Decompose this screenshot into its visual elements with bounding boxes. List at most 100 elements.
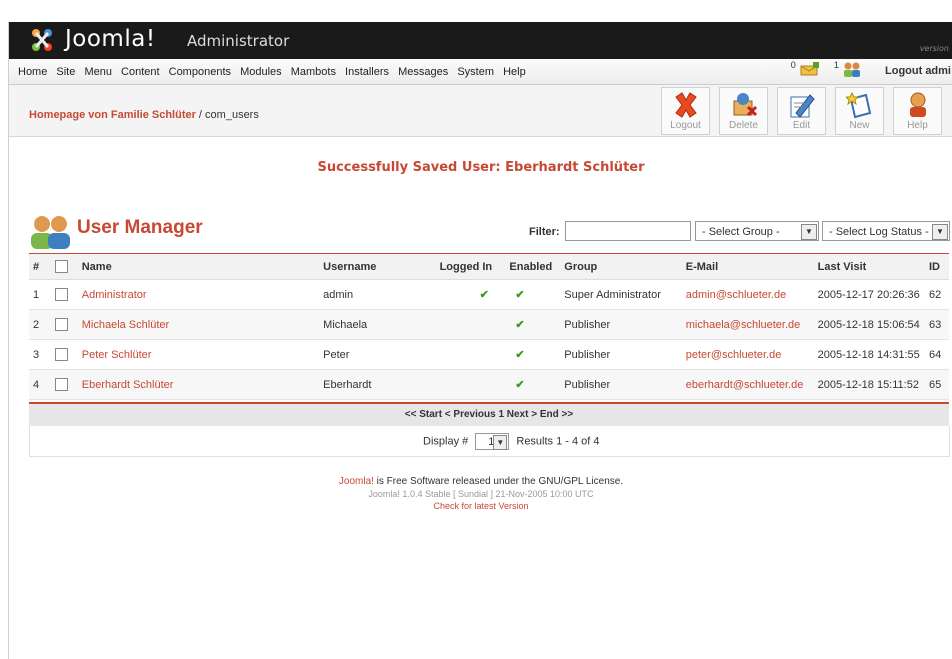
- footer: Joomla! is Free Software released under …: [9, 476, 952, 512]
- table-header-row: # Name Username Logged In Enabled Group …: [29, 254, 949, 280]
- row-username: Eberhardt: [323, 369, 440, 400]
- delete-button[interactable]: Delete: [719, 87, 768, 135]
- toolbar-area: Homepage von Familie Schlüter / com_user…: [9, 85, 952, 137]
- brand-suffix: Administrator: [187, 32, 290, 50]
- breadcrumb-component: com_users: [205, 109, 259, 121]
- menu-site[interactable]: Site: [56, 66, 75, 78]
- breadcrumb-separator: /: [195, 109, 206, 121]
- display-count-select[interactable]: 10 ▼: [475, 433, 510, 450]
- filter-input[interactable]: [565, 221, 691, 241]
- joomla-link[interactable]: Joomla!: [339, 476, 374, 487]
- row-name: Administrator: [81, 279, 324, 310]
- logout-button[interactable]: Logout: [661, 87, 710, 135]
- user-name-link[interactable]: Peter Schlüter: [82, 349, 152, 361]
- col-enabled: Enabled: [509, 254, 565, 280]
- email-link[interactable]: admin@schlueter.de: [686, 289, 786, 301]
- status-area: 0 1 Logout admi: [791, 59, 951, 83]
- users-online-icon[interactable]: [842, 61, 862, 80]
- row-select: [54, 369, 82, 400]
- menu-messages[interactable]: Messages: [398, 66, 448, 78]
- menu-menu[interactable]: Menu: [84, 66, 112, 78]
- check-icon[interactable]: ✔: [515, 379, 524, 391]
- row-group: Publisher: [564, 339, 686, 370]
- new-button[interactable]: New: [835, 87, 884, 135]
- edit-label: Edit: [792, 120, 811, 131]
- row-checkbox[interactable]: [54, 378, 68, 391]
- chevron-down-icon: ▼: [801, 224, 817, 240]
- row-logged-in: [439, 339, 510, 370]
- mail-icon[interactable]: [799, 61, 821, 80]
- col-num: #: [29, 254, 55, 280]
- col-group[interactable]: Group: [564, 254, 686, 280]
- row-checkbox[interactable]: [54, 288, 68, 301]
- row-id: 65: [929, 369, 949, 400]
- row-checkbox[interactable]: [54, 348, 68, 361]
- check-icon[interactable]: ✔: [515, 289, 524, 301]
- row-logged-in: [439, 369, 510, 400]
- edit-button[interactable]: Edit: [777, 87, 826, 135]
- help-button[interactable]: Help: [893, 87, 942, 135]
- row-username: Peter: [323, 339, 440, 370]
- row-id: 62: [929, 279, 949, 310]
- logout-icon: [675, 92, 697, 118]
- results-text: Results 1 - 4 of 4: [516, 435, 600, 448]
- menu-home[interactable]: Home: [18, 66, 47, 78]
- user-name-link[interactable]: Eberhardt Schlüter: [82, 379, 174, 391]
- row-username: admin: [323, 279, 440, 310]
- row-checkbox[interactable]: [54, 318, 68, 331]
- logout-link[interactable]: Logout admi: [885, 65, 951, 77]
- joomla-logo-icon: [29, 26, 55, 54]
- pagination-links[interactable]: << Start < Previous 1 Next > End >>: [405, 409, 573, 420]
- admin-frame: Joomla! Administrator version Home Site …: [8, 22, 952, 659]
- help-icon: [910, 92, 926, 117]
- log-status-select[interactable]: - Select Log Status - ▼: [822, 221, 950, 241]
- group-select[interactable]: - Select Group - ▼: [695, 221, 819, 241]
- menu-help[interactable]: Help: [503, 66, 526, 78]
- col-username[interactable]: Username: [323, 254, 440, 280]
- menu-installers[interactable]: Installers: [345, 66, 389, 78]
- row-select: [54, 309, 82, 340]
- row-name: Eberhardt Schlüter: [81, 369, 324, 400]
- row-id: 64: [929, 339, 949, 370]
- row-id: 63: [929, 309, 949, 340]
- breadcrumb-site-link[interactable]: Homepage von Familie Schlüter: [29, 109, 196, 121]
- email-link[interactable]: eberhardt@schlueter.de: [686, 379, 804, 391]
- check-icon: ✔: [479, 289, 489, 301]
- menu-modules[interactable]: Modules: [240, 66, 282, 78]
- email-link[interactable]: michaela@schlueter.de: [686, 319, 801, 331]
- filter-label: Filter:: [529, 226, 560, 238]
- check-icon[interactable]: ✔: [515, 319, 524, 331]
- license-line: Joomla! is Free Software released under …: [9, 476, 952, 488]
- col-last-visit[interactable]: Last Visit: [817, 254, 929, 280]
- row-group: Super Administrator: [564, 279, 686, 310]
- row-group: Publisher: [564, 369, 686, 400]
- row-username: Michaela: [323, 309, 440, 340]
- col-name[interactable]: Name: [81, 254, 324, 280]
- table-row: 2 Michaela Schlüter Michaela ✔ Publisher…: [29, 309, 949, 340]
- delete-label: Delete: [729, 120, 758, 131]
- user-name-link[interactable]: Administrator: [82, 289, 147, 301]
- email-link[interactable]: peter@schlueter.de: [686, 349, 782, 361]
- row-email: michaela@schlueter.de: [685, 309, 818, 340]
- table-row: 4 Eberhardt Schlüter Eberhardt ✔ Publish…: [29, 369, 949, 400]
- pagination-bar: << Start < Previous 1 Next > End >>: [29, 404, 949, 427]
- col-email[interactable]: E-Mail: [685, 254, 818, 280]
- users-online-count: 1: [833, 59, 839, 70]
- row-email: admin@schlueter.de: [685, 279, 818, 310]
- new-icon: [846, 91, 872, 119]
- check-version-link[interactable]: Check for latest Version: [9, 500, 952, 512]
- menu-system[interactable]: System: [457, 66, 494, 78]
- display-row: Display # 10 ▼ Results 1 - 4 of 4: [29, 426, 950, 457]
- row-last-visit: 2005-12-17 20:26:36: [817, 279, 929, 310]
- menu-components[interactable]: Components: [169, 66, 231, 78]
- row-select: [54, 279, 82, 310]
- select-all-checkbox[interactable]: [54, 260, 68, 273]
- check-icon[interactable]: ✔: [515, 349, 524, 361]
- table-row: 1 Administrator admin ✔ ✔ Super Administ…: [29, 279, 949, 310]
- version-label: version: [919, 44, 949, 53]
- user-name-link[interactable]: Michaela Schlüter: [82, 319, 169, 331]
- menu-content[interactable]: Content: [121, 66, 160, 78]
- menu-mambots[interactable]: Mambots: [291, 66, 336, 78]
- col-id[interactable]: ID: [929, 254, 949, 280]
- row-logged-in: [439, 309, 510, 340]
